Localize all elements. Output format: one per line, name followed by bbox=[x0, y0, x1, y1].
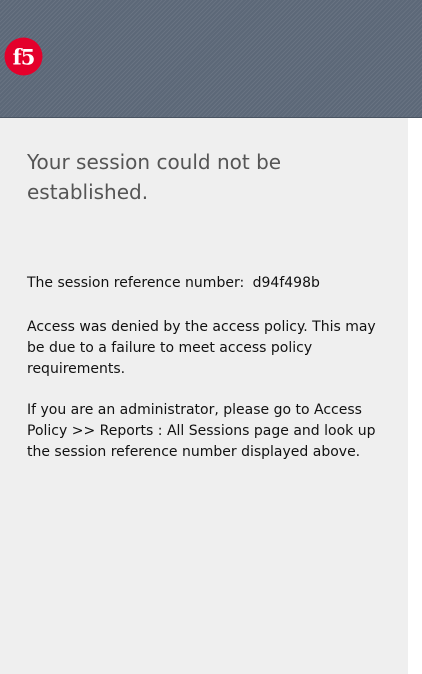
access-denied-text: Access was denied by the access policy. … bbox=[27, 319, 376, 377]
message-panel: Your session could not be established. T… bbox=[0, 118, 408, 674]
f5-logo-text: f5 bbox=[13, 45, 35, 70]
session-reference-number: d94f498b bbox=[252, 275, 320, 291]
administrator-instructions-text: If you are an administrator, please go t… bbox=[27, 402, 376, 460]
f5-logo-icon: f5 bbox=[4, 37, 43, 76]
page-title: Your session could not be established. bbox=[27, 150, 282, 204]
session-reference-line: The session reference number: d94f498b bbox=[27, 273, 394, 294]
header-banner: f5 bbox=[0, 0, 422, 118]
session-reference-label: The session reference number: bbox=[27, 275, 245, 291]
